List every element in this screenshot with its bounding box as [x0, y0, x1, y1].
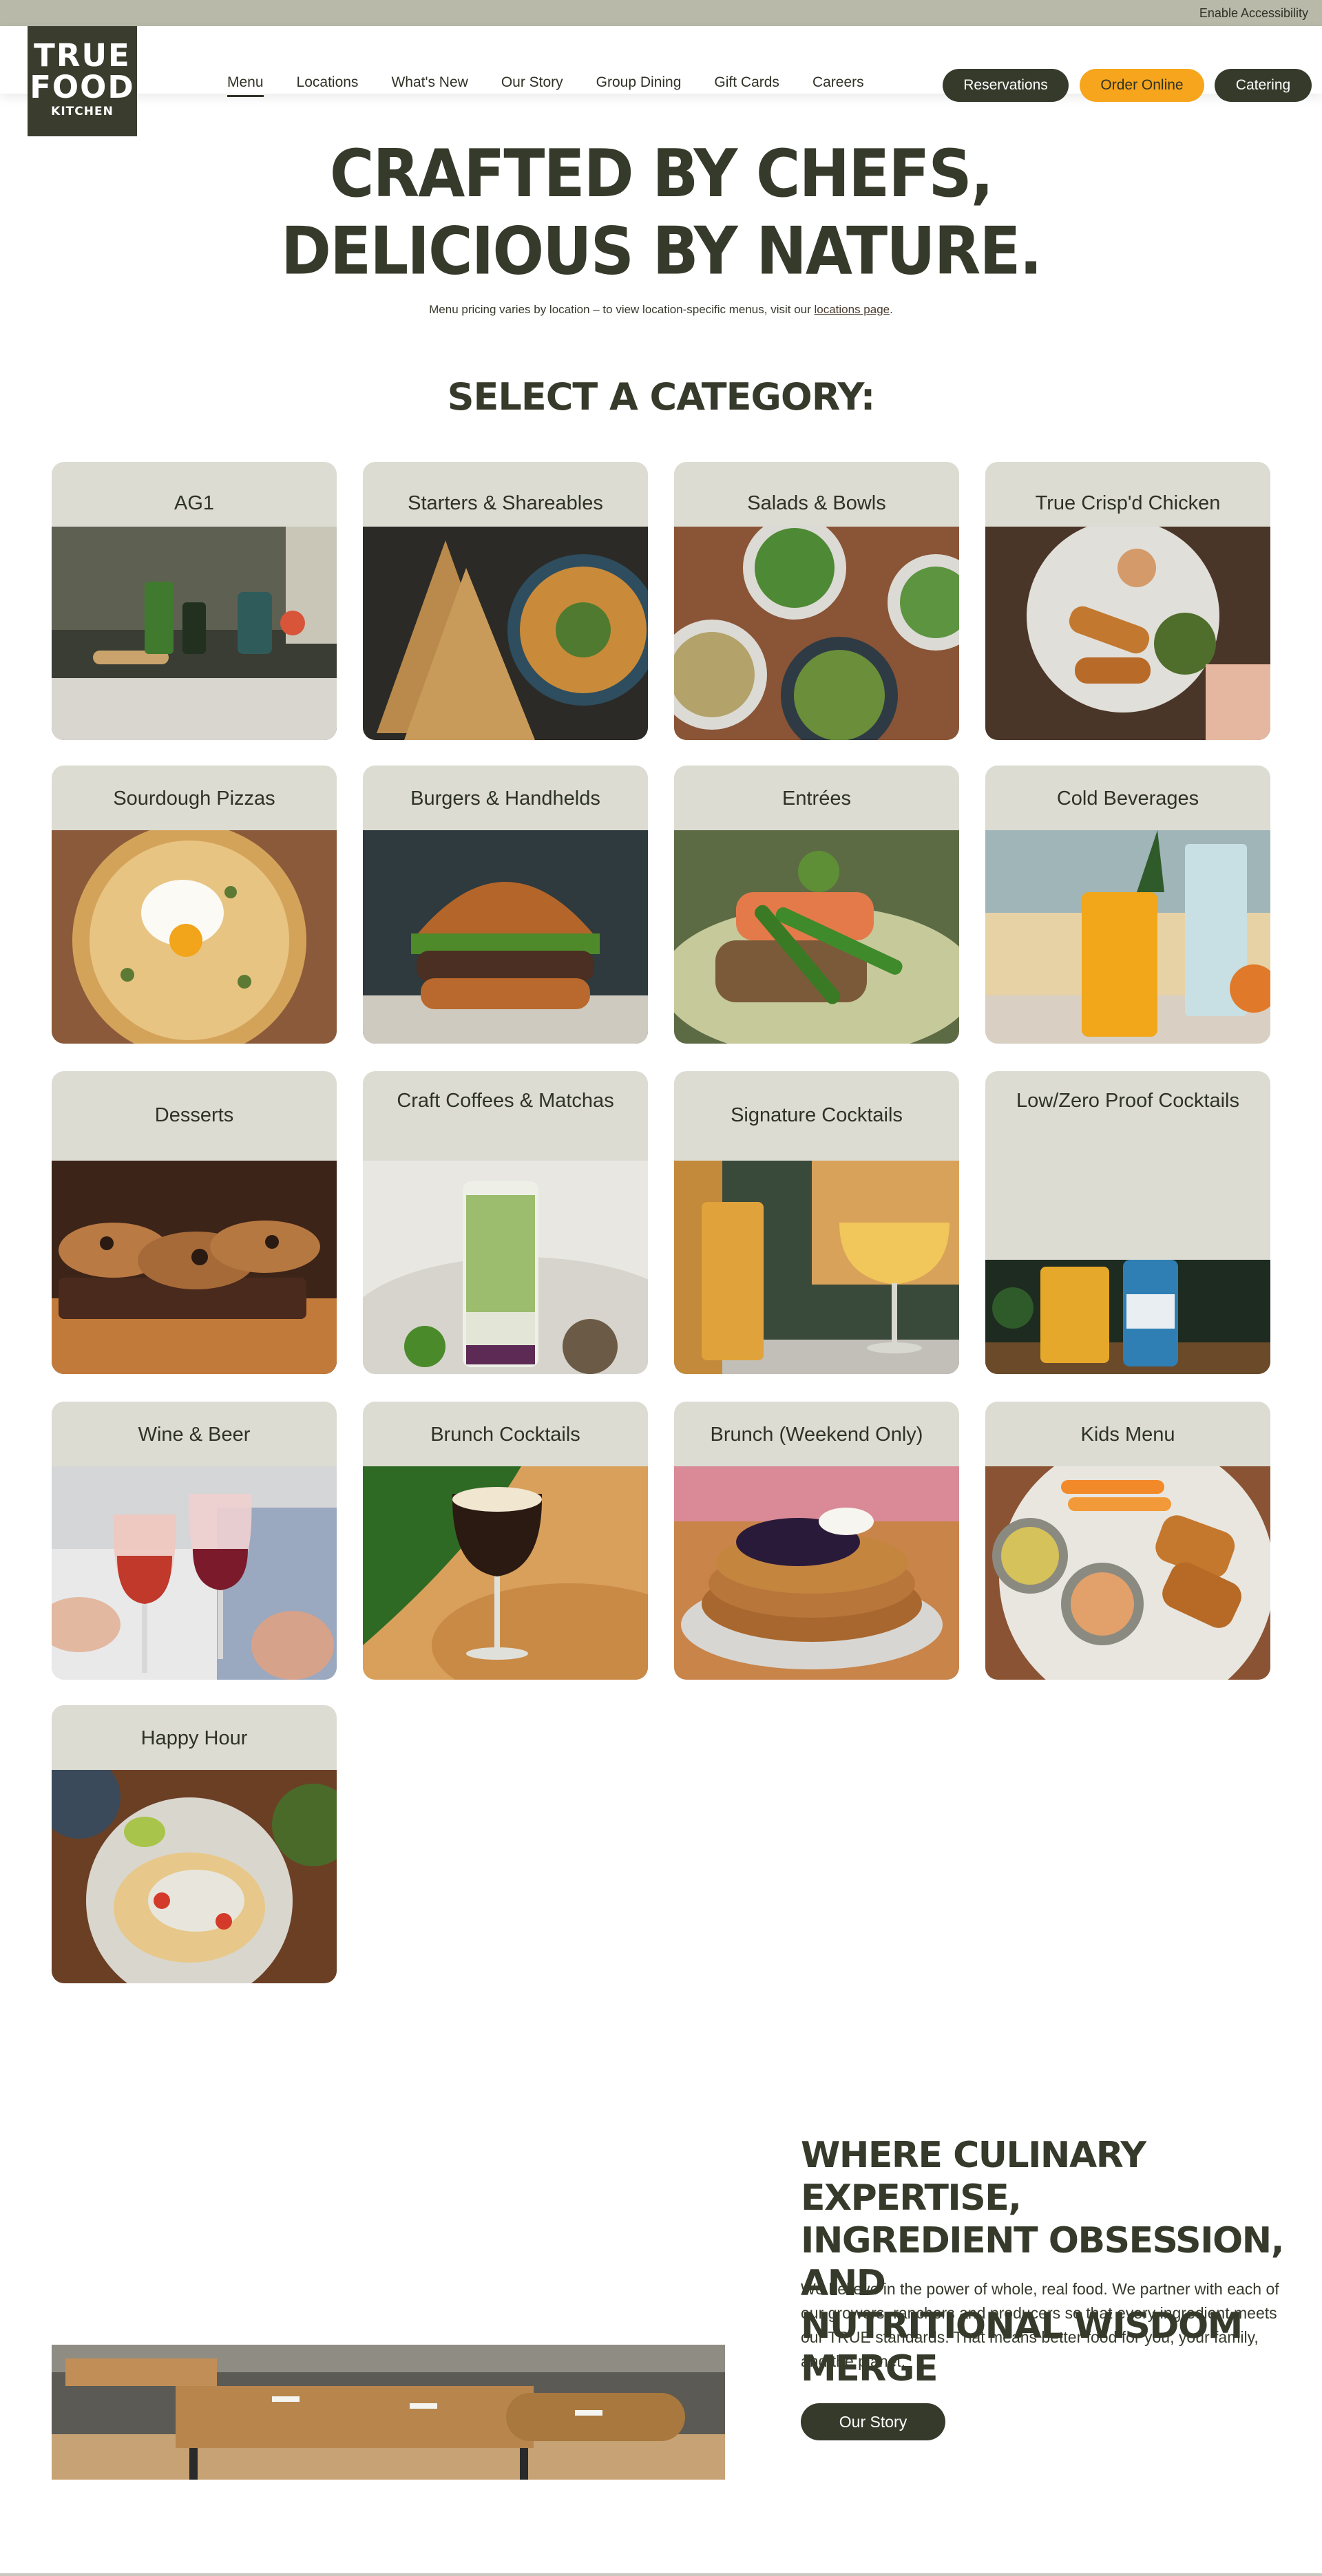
nav-locations[interactable]: Locations — [297, 74, 359, 97]
category-card-salads[interactable]: Salads & Bowls — [674, 462, 959, 740]
nav-whats-new[interactable]: What's New — [391, 74, 468, 97]
category-card-crispd-chicken[interactable]: True Crisp'd Chicken — [985, 462, 1270, 740]
category-card-wine-beer[interactable]: Wine & Beer — [52, 1402, 337, 1680]
category-card-cold-beverages[interactable]: Cold Beverages — [985, 766, 1270, 1044]
nav-careers[interactable]: Careers — [812, 74, 864, 97]
flatbread-hummus-image — [363, 527, 648, 740]
wine-glasses-image — [52, 1466, 337, 1680]
site-header: Menu Locations What's New Our Story Grou… — [0, 26, 1322, 102]
pancakes-image — [674, 1466, 959, 1680]
our-story-button[interactable]: Our Story — [801, 2403, 945, 2440]
nav-menu[interactable]: Menu — [227, 74, 264, 97]
nav-group-dining[interactable]: Group Dining — [596, 74, 682, 97]
category-card-burgers[interactable]: Burgers & Handhelds — [363, 766, 648, 1044]
true-food-kitchen-logo[interactable]: TRUE FOOD KITCHEN — [28, 26, 137, 136]
tacos-image — [52, 1770, 337, 1983]
nav-our-story[interactable]: Our Story — [501, 74, 563, 97]
main-nav: Menu Locations What's New Our Story Grou… — [227, 74, 897, 97]
category-card-coffees[interactable]: Craft Coffees & Matchas — [363, 1071, 648, 1374]
order-online-button[interactable]: Order Online — [1080, 69, 1204, 102]
mocktail-image — [985, 1260, 1270, 1374]
salmon-entree-image — [674, 830, 959, 1044]
category-card-kids-menu[interactable]: Kids Menu — [985, 1402, 1270, 1680]
utility-bar: Enable Accessibility — [0, 0, 1322, 26]
select-category-heading: SELECT A CATEGORY: — [447, 375, 876, 419]
burger-image — [363, 830, 648, 1044]
salad-bowls-image — [674, 527, 959, 740]
nav-gift-cards[interactable]: Gift Cards — [714, 74, 779, 97]
category-card-pizzas[interactable]: Sourdough Pizzas — [52, 766, 337, 1044]
category-card-ag1[interactable]: AG1 — [52, 462, 337, 740]
category-card-brunch[interactable]: Brunch (Weekend Only) — [674, 1402, 959, 1680]
enable-accessibility-link[interactable]: Enable Accessibility — [1199, 6, 1308, 21]
footer-divider — [0, 2573, 1322, 2576]
category-card-brunch-cocktails[interactable]: Brunch Cocktails — [363, 1402, 648, 1680]
story-body: We believe in the power of whole, real f… — [801, 2280, 1279, 2370]
reservations-button[interactable]: Reservations — [943, 69, 1069, 102]
category-card-happy-hour[interactable]: Happy Hour — [52, 1705, 337, 1983]
ag1-drinks-image — [52, 527, 337, 740]
category-card-starters[interactable]: Starters & Shareables — [363, 462, 648, 740]
dining-room-image — [52, 2345, 725, 2480]
category-card-signature-cocktails[interactable]: Signature Cocktails — [674, 1071, 959, 1374]
crispy-chicken-image — [985, 527, 1270, 740]
matcha-latte-image — [363, 1161, 648, 1374]
category-card-desserts[interactable]: Desserts — [52, 1071, 337, 1374]
locations-page-link[interactable]: locations page — [814, 303, 890, 316]
cookies-image — [52, 1161, 337, 1374]
pricing-note: Menu pricing varies by location – to vie… — [429, 303, 893, 316]
category-card-entrees[interactable]: Entrées — [674, 766, 959, 1044]
page-title: CRAFTED BY CHEFS, DELICIOUS BY NATURE. — [281, 135, 1042, 290]
cocktail-image — [674, 1161, 959, 1374]
espresso-martini-image — [363, 1466, 648, 1680]
kids-plate-image — [985, 1466, 1270, 1680]
pizza-image — [52, 830, 337, 1044]
category-card-low-zero-proof[interactable]: Low/Zero Proof Cocktails — [985, 1071, 1270, 1374]
cold-beverage-image — [985, 830, 1270, 1044]
catering-button[interactable]: Catering — [1215, 69, 1312, 102]
